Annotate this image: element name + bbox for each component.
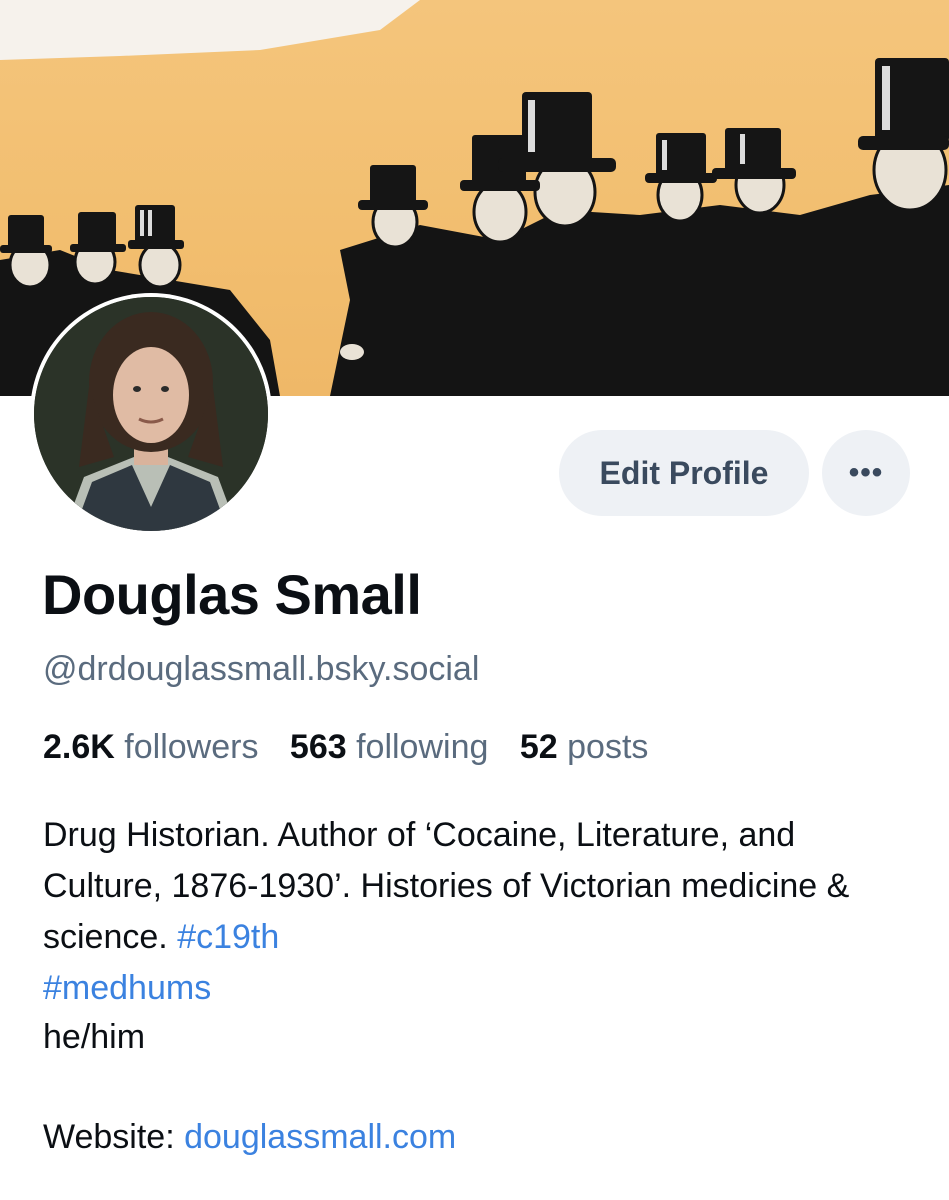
following-link[interactable]: 563 following	[290, 728, 489, 766]
display-name: Douglas Small	[42, 563, 422, 626]
bio-text: Drug Historian. Author of ‘Cocaine, Lite…	[43, 816, 850, 956]
website-link[interactable]: douglassmall.com	[184, 1118, 456, 1156]
posts-stat: 52 posts	[520, 728, 649, 766]
profile-handle: @drdouglassmall.bsky.social	[43, 650, 480, 688]
avatar-illustration	[34, 297, 268, 531]
posts-count: 52	[519, 728, 558, 766]
profile-bio: Drug Historian. Author of ‘Cocaine, Lite…	[43, 810, 923, 1014]
followers-link[interactable]: 2.6K followers	[43, 728, 258, 766]
followers-count: 2.6K	[43, 728, 115, 766]
more-options-button[interactable]: •••	[822, 430, 910, 516]
hashtag-medhums[interactable]: #medhums	[43, 969, 211, 1007]
following-count: 563	[289, 728, 347, 766]
hashtag-c19th[interactable]: #c19th	[177, 918, 279, 956]
website-line: Website: douglassmall.com	[43, 1112, 456, 1163]
followers-label: followers	[124, 728, 259, 766]
more-horizontal-icon: •••	[848, 456, 884, 489]
profile-page: Edit Profile ••• Douglas Small @drdougla…	[0, 0, 949, 1200]
posts-label: posts	[567, 728, 649, 766]
following-label: following	[356, 728, 489, 766]
edit-profile-button[interactable]: Edit Profile	[559, 430, 809, 516]
website-label: Website:	[43, 1118, 175, 1156]
avatar[interactable]	[30, 293, 272, 535]
pronouns: he/him	[43, 1018, 146, 1056]
profile-stats: 2.6K followers 563 following 52 posts	[43, 728, 670, 767]
avatar-photo	[34, 297, 268, 531]
